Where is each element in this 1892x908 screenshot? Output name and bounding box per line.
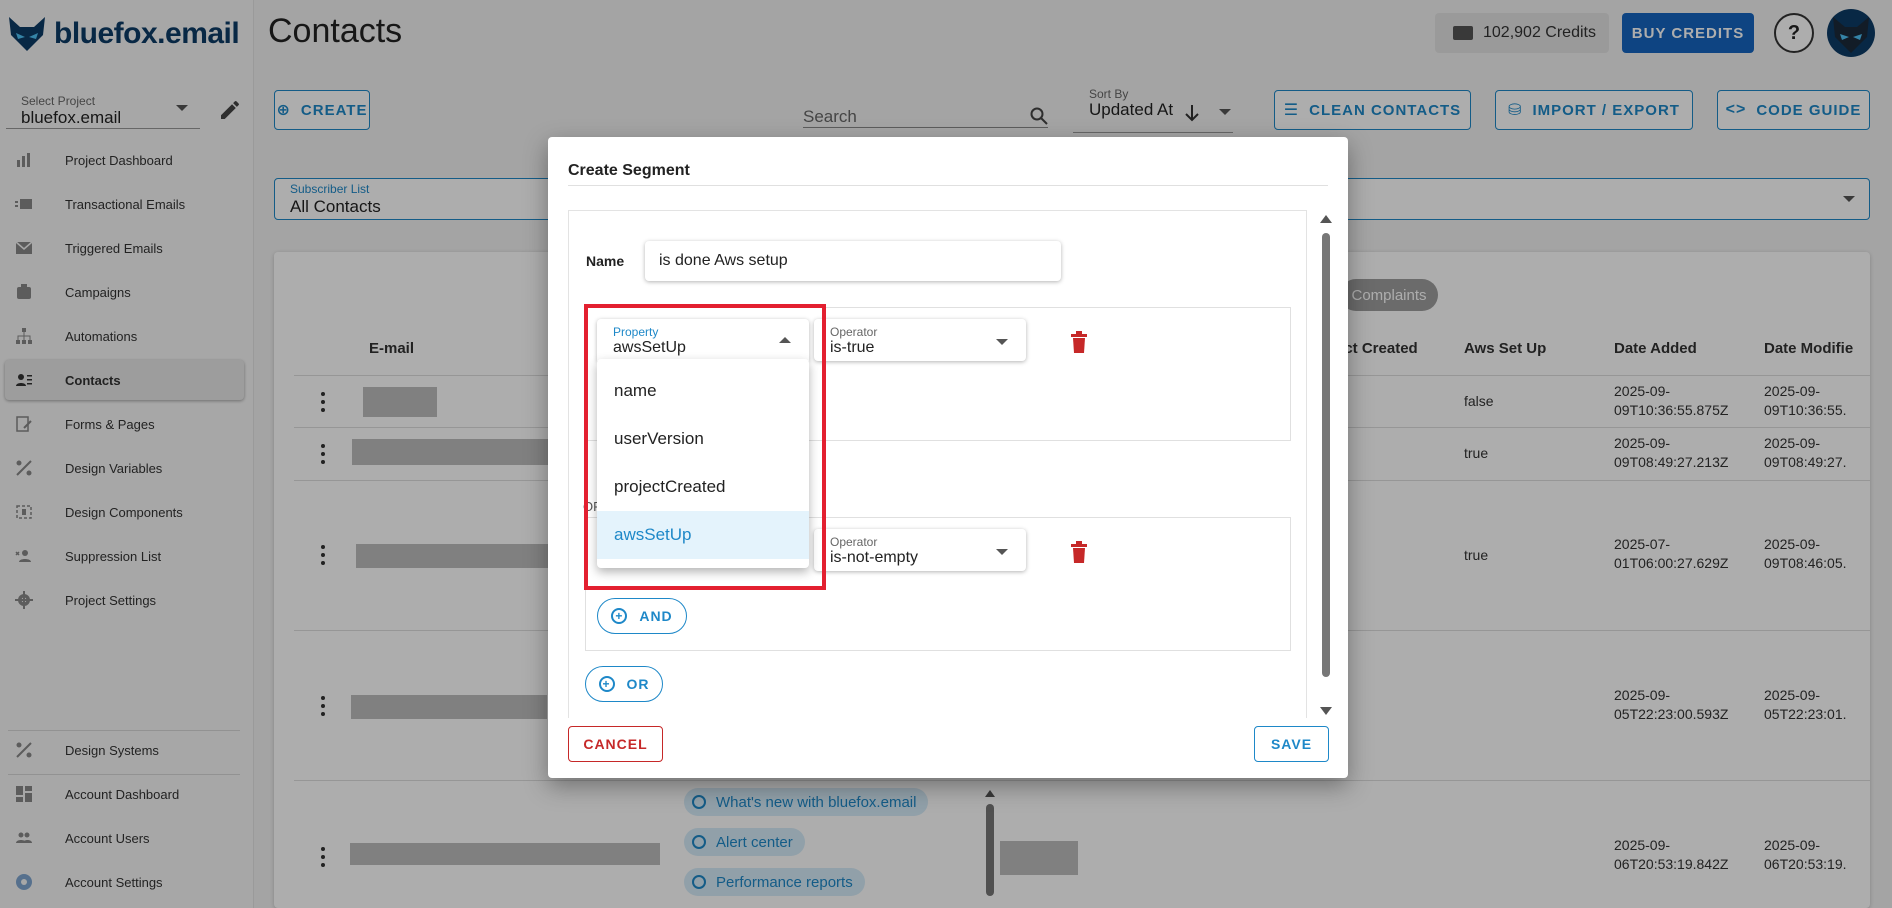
plus-circle-icon: +: [611, 608, 628, 624]
delete-condition-icon[interactable]: [1070, 331, 1088, 353]
scroll-up-icon[interactable]: [1320, 215, 1332, 223]
scrollbar-thumb[interactable]: [1322, 233, 1330, 677]
operator-select-2[interactable]: Operator is-not-empty: [814, 529, 1026, 571]
annotation-highlight-box: [584, 304, 826, 590]
add-or-group-button[interactable]: + OR: [585, 666, 663, 702]
operator-select-1[interactable]: Operator is-true: [814, 319, 1026, 361]
add-and-condition-button[interactable]: + AND: [597, 598, 687, 634]
dialog-title: Create Segment: [568, 162, 690, 179]
chevron-down-icon: [996, 339, 1008, 345]
cancel-button[interactable]: CANCEL: [568, 726, 663, 762]
save-button[interactable]: SAVE: [1254, 726, 1329, 762]
plus-circle-icon: +: [598, 676, 615, 692]
name-label: Name: [586, 253, 625, 269]
dialog-divider: [568, 185, 1328, 186]
chevron-down-icon: [996, 549, 1008, 555]
delete-condition-icon[interactable]: [1070, 541, 1088, 563]
segment-name-input[interactable]: is done Aws setup: [645, 241, 1061, 281]
dialog-scrollbar[interactable]: [1320, 215, 1332, 715]
scroll-down-icon[interactable]: [1320, 707, 1332, 715]
